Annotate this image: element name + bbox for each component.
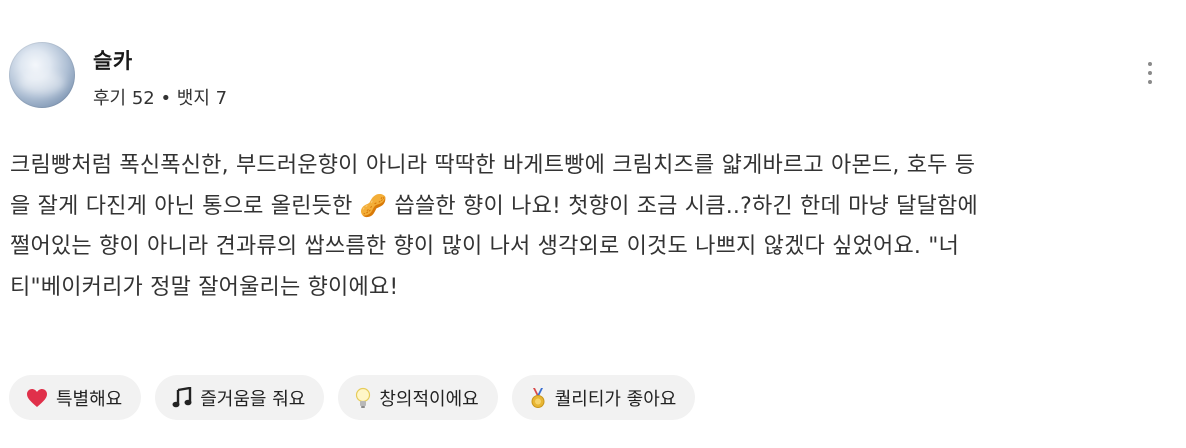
more-dot-icon (1148, 62, 1152, 66)
reaction-label: 퀄리티가 좋아요 (554, 388, 677, 410)
review-line: 을 잘게 다진게 아닌 통으로 올린듯한 🥜 씁쓸한 향이 나요! 첫향이 조금… (10, 193, 978, 219)
reaction-chips: 특별해요 즐거움을 줘요 창의적이에요 퀄리티가 좋아요 (9, 375, 696, 420)
review-line: 크림빵처럼 폭신폭신한, 부드러운향이 아니라 딱딱한 바게트빵에 크림치즈를 … (10, 153, 976, 178)
review-line: 쩔어있는 향이 아니라 견과류의 쌉쓰름한 향이 많이 나서 생각외로 이것도 … (10, 234, 960, 259)
user-meta: 후기 52 • 뱃지 7 (93, 88, 228, 109)
reaction-label: 창의적이에요 (379, 388, 479, 410)
more-dot-icon (1148, 71, 1152, 75)
review-text: 크림빵처럼 폭신폭신한, 부드러운향이 아니라 딱딱한 바게트빵에 크림치즈를 … (10, 146, 1176, 308)
reaction-quality-button[interactable]: 퀄리티가 좋아요 (511, 375, 696, 420)
user-name[interactable]: 슬카 (93, 45, 133, 75)
review-header: 슬카 후기 52 • 뱃지 7 (9, 42, 1186, 112)
music-note-icon (172, 386, 192, 409)
more-options-button[interactable] (1137, 56, 1163, 90)
avatar[interactable] (9, 42, 75, 108)
reaction-special-button[interactable]: 특별해요 (9, 375, 142, 420)
lightbulb-icon (355, 387, 371, 409)
reaction-label: 특별해요 (56, 388, 123, 410)
reaction-creative-button[interactable]: 창의적이에요 (338, 375, 498, 420)
review-line: 티"베이커리가 정말 잘어울리는 향이에요! (10, 274, 399, 300)
reaction-fun-button[interactable]: 즐거움을 줘요 (155, 375, 325, 420)
heart-icon (26, 388, 48, 408)
medal-icon (529, 387, 547, 409)
reaction-label: 즐거움을 줘요 (200, 388, 306, 410)
more-dot-icon (1148, 80, 1152, 84)
